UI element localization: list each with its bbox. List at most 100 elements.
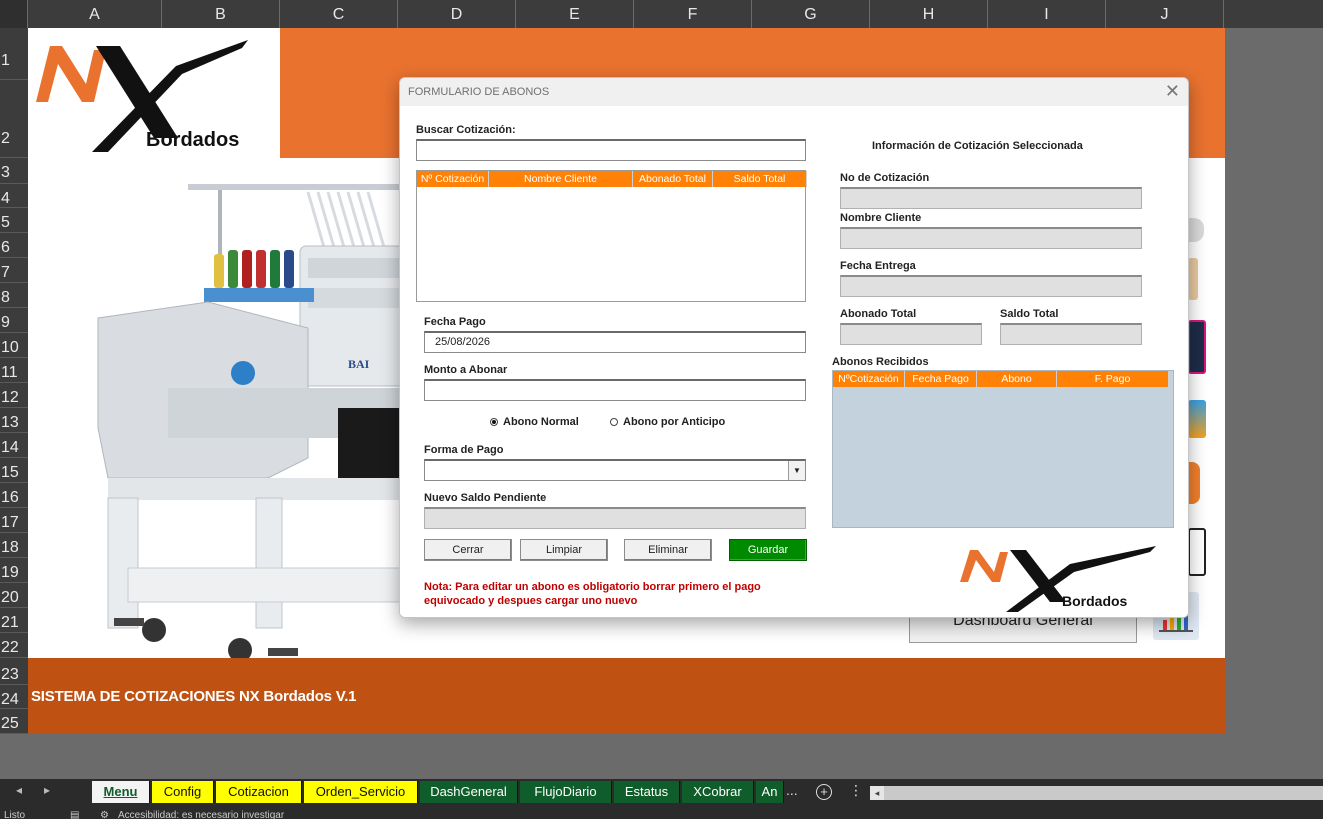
row-header[interactable]: 7 bbox=[0, 258, 28, 283]
column-header-i[interactable]: I bbox=[988, 0, 1106, 28]
row-header[interactable]: 11 bbox=[0, 358, 28, 383]
no-cotizacion-label: No de Cotización bbox=[840, 172, 930, 184]
row-header[interactable]: 14 bbox=[0, 433, 28, 458]
abonado-total-label: Abonado Total bbox=[840, 308, 917, 320]
box-icon bbox=[1188, 258, 1198, 300]
abonos-col-cotizacion: NºCotización bbox=[833, 371, 905, 387]
tab-menu[interactable]: Menu bbox=[92, 781, 150, 803]
abonos-col-fecha: Fecha Pago bbox=[905, 371, 977, 387]
row-header[interactable]: 4 bbox=[0, 184, 28, 208]
row-header[interactable]: 23 bbox=[0, 658, 28, 685]
tab-orden-servicio[interactable]: Orden_Servicio bbox=[304, 781, 418, 803]
macro-icon: ▤ bbox=[70, 810, 80, 819]
row-header[interactable]: 21 bbox=[0, 608, 28, 633]
close-icon[interactable]: ✕ bbox=[1165, 81, 1180, 102]
status-accessibility[interactable]: Accesibilidad: es necesario investigar bbox=[118, 807, 284, 819]
quotation-list-header: Nº Cotización Nombre Cliente Abonado Tot… bbox=[417, 171, 807, 187]
row-header[interactable]: 2 bbox=[0, 80, 28, 158]
row-header[interactable]: 18 bbox=[0, 533, 28, 558]
tab-scroll-left-icon[interactable]: ◂ bbox=[16, 783, 22, 797]
tab-scroll-right-icon[interactable]: ▸ bbox=[44, 783, 50, 797]
scroll-left-icon[interactable]: ◂ bbox=[870, 786, 884, 800]
nombre-cliente-field bbox=[840, 227, 1142, 249]
horizontal-scrollbar[interactable]: ◂ bbox=[870, 786, 1323, 800]
row-header[interactable]: 10 bbox=[0, 333, 28, 358]
lamp-icon bbox=[1188, 400, 1206, 438]
fecha-pago-input[interactable]: 25/08/2026 bbox=[424, 331, 806, 353]
column-header-c[interactable]: C bbox=[280, 0, 398, 28]
column-header-h[interactable]: H bbox=[870, 0, 988, 28]
tab-estatus[interactable]: Estatus bbox=[614, 781, 680, 803]
limpiar-button[interactable]: Limpiar bbox=[520, 539, 608, 561]
saldo-total-label: Saldo Total bbox=[1000, 308, 1059, 320]
add-sheet-icon[interactable]: + bbox=[816, 784, 832, 800]
row-header[interactable]: 17 bbox=[0, 508, 28, 533]
row-header[interactable]: 22 bbox=[0, 633, 28, 658]
embroidery-machine-image: BAI bbox=[97, 184, 428, 658]
footer-title: SISTEMA DE COTIZACIONES NX Bordados V.1 bbox=[31, 688, 357, 705]
guardar-button[interactable]: Guardar bbox=[729, 539, 807, 561]
quotation-listbox[interactable]: Nº Cotización Nombre Cliente Abonado Tot… bbox=[416, 170, 807, 302]
edit-note: Nota: Para editar un abono es obligatori… bbox=[424, 581, 761, 607]
info-title: Información de Cotización Seleccionada bbox=[872, 140, 1083, 152]
column-header-bar: A B C D E F G H I J bbox=[0, 0, 1323, 28]
row-header[interactable]: 25 bbox=[0, 709, 28, 734]
column-header-a[interactable]: A bbox=[28, 0, 162, 28]
column-header-f[interactable]: F bbox=[634, 0, 752, 28]
abonos-col-fpago: F. Pago bbox=[1057, 371, 1169, 387]
tab-flujodiario[interactable]: FlujoDiario bbox=[520, 781, 612, 803]
row-header[interactable]: 16 bbox=[0, 483, 28, 508]
row-header[interactable]: 15 bbox=[0, 458, 28, 483]
tab-config[interactable]: Config bbox=[152, 781, 214, 803]
row-header[interactable]: 20 bbox=[0, 583, 28, 608]
tab-xcobrar[interactable]: XCobrar bbox=[682, 781, 754, 803]
column-header-b[interactable]: B bbox=[162, 0, 280, 28]
row-header[interactable]: 5 bbox=[0, 208, 28, 233]
monto-input[interactable] bbox=[424, 379, 806, 401]
forma-pago-select[interactable]: ▼ bbox=[424, 459, 806, 481]
row-header[interactable]: 8 bbox=[0, 283, 28, 308]
row-header[interactable]: 12 bbox=[0, 383, 28, 408]
accessibility-icon: ⚙ bbox=[100, 810, 109, 819]
sheet-tab-bar: ◂ ▸ Menu Config Cotizacion Orden_Servici… bbox=[0, 779, 1323, 807]
abonos-label: Abonos Recibidos bbox=[832, 356, 929, 368]
tab-cotizacion[interactable]: Cotizacion bbox=[216, 781, 302, 803]
search-input[interactable] bbox=[416, 139, 806, 161]
chevron-down-icon[interactable]: ▼ bbox=[788, 461, 805, 480]
row-header[interactable]: 13 bbox=[0, 408, 28, 433]
column-header-g[interactable]: G bbox=[752, 0, 870, 28]
tab-an[interactable]: An bbox=[756, 781, 784, 803]
more-tabs-indicator[interactable]: ... bbox=[786, 782, 798, 798]
column-header-d[interactable]: D bbox=[398, 0, 516, 28]
abonos-listbox[interactable]: NºCotización Fecha Pago Abono F. Pago bbox=[832, 370, 1174, 528]
row-header[interactable]: 1 bbox=[0, 28, 28, 80]
row-header[interactable]: 19 bbox=[0, 558, 28, 583]
cerrar-button[interactable]: Cerrar bbox=[424, 539, 512, 561]
nuevo-saldo-label: Nuevo Saldo Pendiente bbox=[424, 492, 547, 504]
abonos-dialog: FORMULARIO DE ABONOS ✕ Buscar Cotización… bbox=[399, 77, 1189, 618]
status-ready: Listo bbox=[4, 810, 26, 819]
radio-abono-normal[interactable]: Abono Normal bbox=[490, 416, 579, 428]
abonos-col-abono: Abono bbox=[977, 371, 1057, 387]
eliminar-button[interactable]: Eliminar bbox=[624, 539, 712, 561]
radio-abono-anticipo[interactable]: Abono por Anticipo bbox=[610, 416, 725, 428]
column-header-e[interactable]: E bbox=[516, 0, 634, 28]
tab-dashgeneral[interactable]: DashGeneral bbox=[420, 781, 518, 803]
row-header[interactable]: 3 bbox=[0, 158, 28, 184]
fecha-entrega-label: Fecha Entrega bbox=[840, 260, 916, 272]
phone-icon bbox=[1188, 320, 1206, 374]
list-col-cliente: Nombre Cliente bbox=[489, 171, 633, 187]
select-all-corner[interactable] bbox=[0, 0, 28, 28]
saldo-total-field bbox=[1000, 323, 1142, 345]
unused-area bbox=[1225, 28, 1323, 734]
more-options-icon[interactable]: ⋮ bbox=[849, 782, 863, 799]
row-header[interactable]: 24 bbox=[0, 685, 28, 709]
forma-pago-label: Forma de Pago bbox=[424, 444, 504, 456]
monto-label: Monto a Abonar bbox=[424, 364, 508, 376]
column-header-j[interactable]: J bbox=[1106, 0, 1224, 28]
row-header-bar: 1 2 3 4 5 6 7 8 9 10 11 12 13 14 15 16 1… bbox=[0, 28, 28, 734]
dialog-titlebar[interactable]: FORMULARIO DE ABONOS ✕ bbox=[400, 78, 1188, 106]
row-header[interactable]: 6 bbox=[0, 233, 28, 258]
list-col-abonado: Abonado Total bbox=[633, 171, 713, 187]
row-header[interactable]: 9 bbox=[0, 308, 28, 333]
